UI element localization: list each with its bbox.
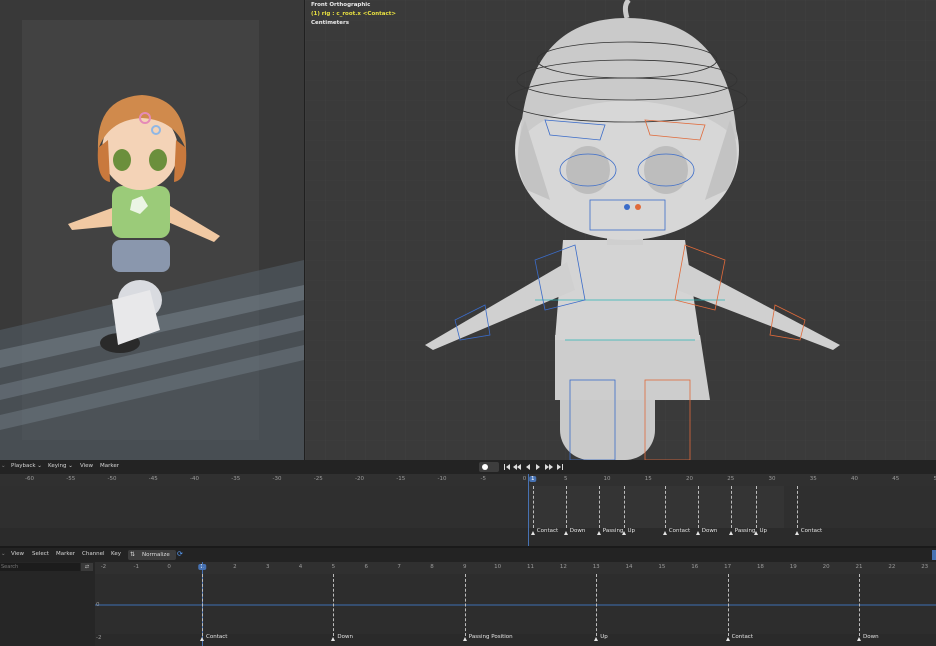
marker-line: [202, 574, 203, 636]
marker-triangle-icon[interactable]: [596, 531, 601, 535]
marker-triangle-icon[interactable]: [794, 531, 799, 535]
timeline-editor[interactable]: ⌄ Playback ⌄ Keying ⌄ View Marker -60 -55…: [0, 460, 936, 547]
marker-line: [596, 574, 598, 636]
marker-label[interactable]: Contact: [206, 634, 227, 640]
marker-line: [796, 486, 798, 528]
marker-label[interactable]: Passing Position: [469, 634, 513, 640]
marker-line: [755, 486, 757, 528]
marker-line: [598, 486, 600, 528]
viewport-selection-info: (1) rig : c_root.x <Contact>: [311, 11, 396, 17]
marker-triangle-icon[interactable]: [530, 531, 535, 535]
marker-line: [664, 486, 666, 528]
marker-triangle-icon[interactable]: [563, 531, 568, 535]
marker-line: [623, 486, 625, 528]
marker-triangle-icon[interactable]: [662, 531, 667, 535]
marker-line: [727, 574, 729, 636]
marker-line: [532, 486, 534, 528]
viewport-units: Centimeters: [311, 20, 350, 26]
viewport-grid-and-model: [305, 0, 936, 460]
camera-viewport[interactable]: [0, 0, 304, 460]
marker-label[interactable]: Passing: [603, 528, 624, 534]
marker-triangle-icon[interactable]: [728, 531, 733, 535]
marker-label[interactable]: Passing: [735, 528, 756, 534]
marker-label[interactable]: Down: [863, 634, 879, 640]
marker-line: [565, 486, 567, 528]
marker-triangle-icon[interactable]: [857, 637, 861, 641]
marker-triangle-icon[interactable]: [200, 637, 204, 641]
3d-viewport-front-ortho[interactable]: Front Orthographic (1) rig : c_root.x <C…: [305, 0, 936, 460]
marker-label[interactable]: Down: [570, 528, 586, 534]
camera-view-render: [0, 20, 304, 460]
timeline-markers: Contact Down Passing Up Contact Down Passing Up…: [0, 460, 936, 547]
marker-label[interactable]: Contact: [732, 634, 753, 640]
marker-triangle-icon[interactable]: [594, 637, 599, 641]
marker-triangle-icon[interactable]: [753, 531, 758, 535]
marker-line: [697, 486, 699, 528]
marker-label[interactable]: Contact: [669, 528, 690, 534]
marker-label[interactable]: Contact: [801, 528, 822, 534]
marker-label[interactable]: Up: [760, 528, 768, 534]
marker-triangle-icon[interactable]: [725, 637, 730, 641]
marker-label[interactable]: Down: [702, 528, 718, 534]
marker-label[interactable]: Down: [337, 634, 353, 640]
marker-label[interactable]: Contact: [537, 528, 558, 534]
graph-markers: Contact Down Passing Position Up Contact Down: [0, 548, 936, 646]
graph-editor[interactable]: ⌄ View Select Marker Channel Key ⇅ Norma…: [0, 548, 936, 646]
marker-line: [730, 486, 732, 528]
marker-label[interactable]: Up: [628, 528, 636, 534]
marker-line: [859, 574, 860, 636]
marker-line: [333, 574, 335, 636]
marker-triangle-icon[interactable]: [695, 531, 700, 535]
marker-triangle-icon[interactable]: [462, 637, 467, 641]
viewport-view-name: Front Orthographic: [311, 2, 371, 8]
marker-line: [464, 574, 466, 636]
marker-triangle-icon[interactable]: [621, 531, 626, 535]
marker-triangle-icon[interactable]: [331, 637, 336, 641]
marker-label[interactable]: Up: [600, 634, 608, 640]
